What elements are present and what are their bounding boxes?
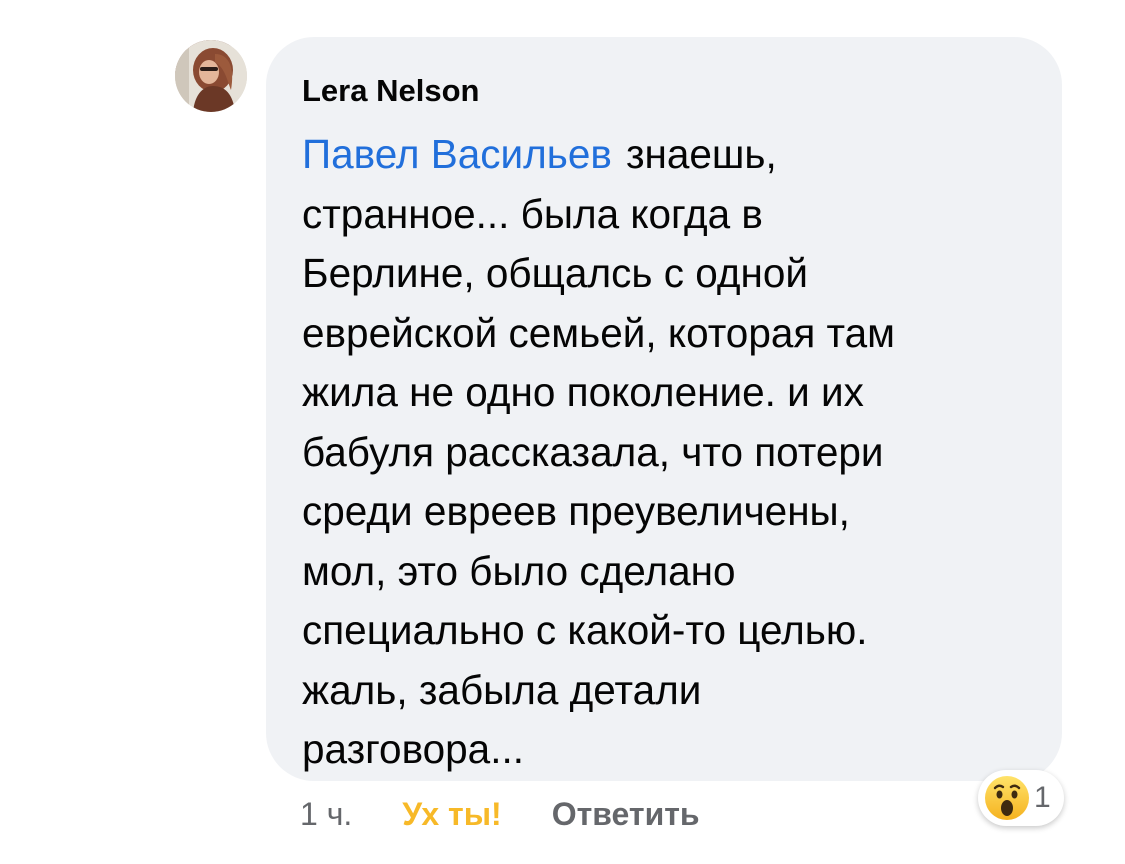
comment-line: знаешь, [625,131,777,177]
comment-line: жаль, забыла детали [302,666,702,713]
comment-bubble: Lera Nelson Павел Васильев знаешь, странн… [266,37,1062,781]
comment-line: специально с какой-то целью. [302,607,868,653]
wow-reaction-button[interactable]: Ух ты! [402,796,501,833]
avatar-photo-icon [175,40,247,112]
comment-line: разговора... [302,726,524,772]
wow-emoji-icon [985,776,1029,820]
comment-line: странное... была когда в [302,190,763,237]
reaction-count: 1 [1034,781,1051,814]
comment-line: Берлине, общалсь с одной [302,250,808,296]
comment-line: еврейской семьей, которая там [302,309,896,356]
comment-actions: 1 ч. Ух ты! Ответить [300,790,700,838]
reply-button[interactable]: Ответить [552,796,700,833]
comment: Lera Nelson Павел Васильев знаешь, странн… [0,0,1125,864]
author-name[interactable]: Lera Nelson [302,69,1026,113]
comment-line: бабуля рассказала, что потери [302,428,884,475]
comment-text: Павел Васильев знаешь, странное... была к… [302,125,1042,780]
comment-timestamp[interactable]: 1 ч. [300,796,352,833]
comment-line: мол, это было сделано [302,547,736,594]
comment-line: среди евреев преувеличены, [302,488,850,534]
author-avatar[interactable] [175,40,247,112]
reaction-summary[interactable]: 1 [978,770,1064,826]
comment-line: жила не одно поколение. и их [302,369,864,415]
mention-link[interactable]: Павел Васильев [302,131,612,177]
